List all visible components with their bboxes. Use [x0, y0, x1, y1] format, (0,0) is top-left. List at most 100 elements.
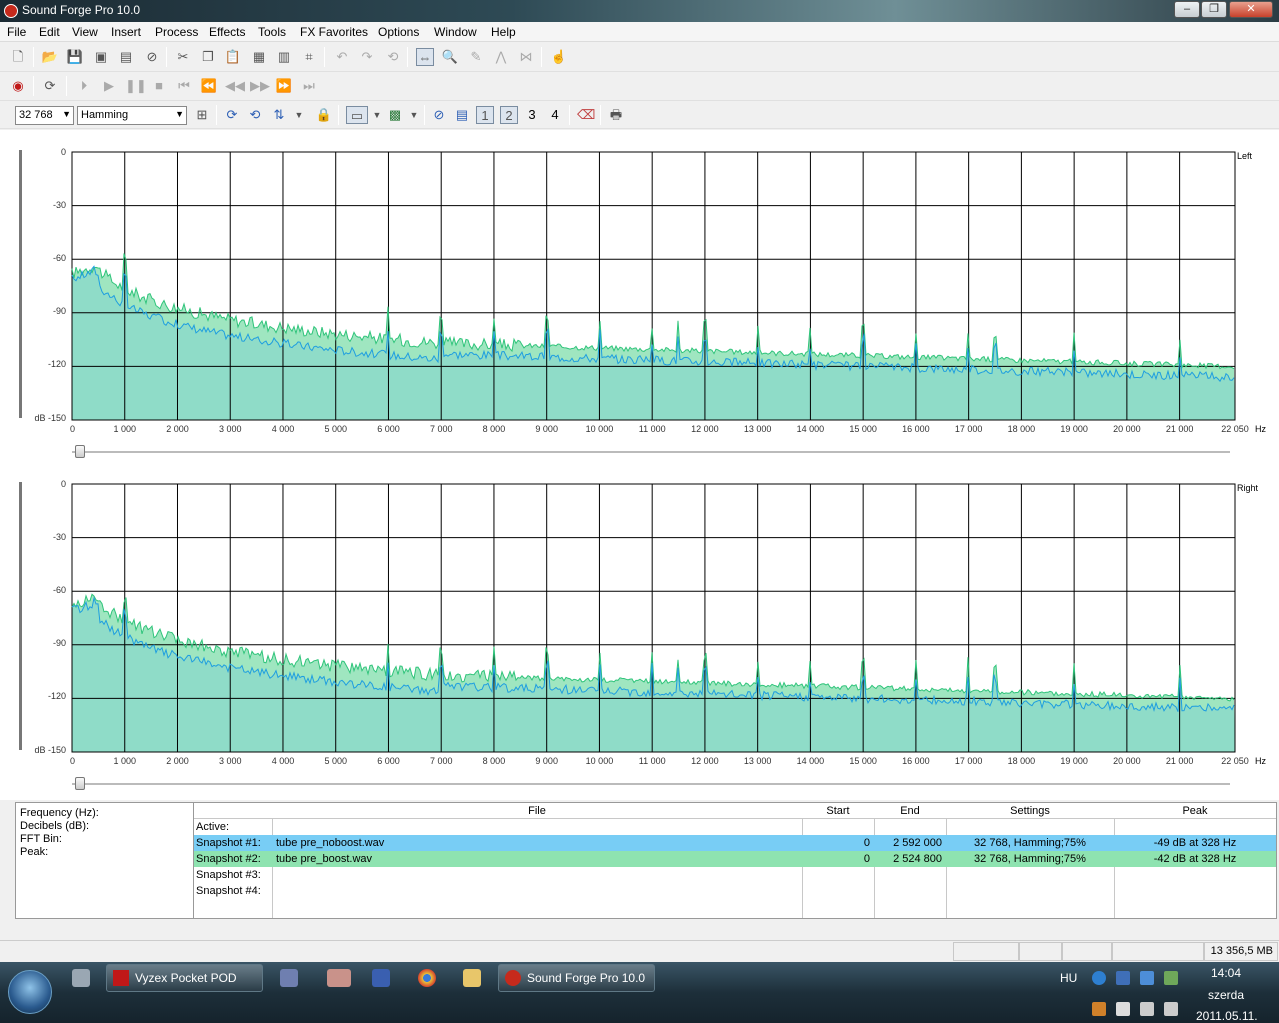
save-icon[interactable]: 💾	[66, 48, 84, 66]
settings-icon[interactable]: ⊞	[193, 106, 211, 124]
undo-icon[interactable]: ↶	[333, 48, 351, 66]
prev-marker-icon[interactable]: ⏪	[200, 77, 218, 95]
app-icon[interactable]	[327, 969, 351, 987]
open-icon[interactable]: 📂	[41, 48, 59, 66]
bluetooth-icon[interactable]	[1116, 971, 1130, 985]
snapshot-dropdown-icon[interactable]: ▼	[290, 106, 308, 124]
sonogram-dropdown-icon[interactable]: ▼	[405, 106, 423, 124]
menu-file[interactable]: File	[7, 25, 26, 39]
statistics-icon[interactable]: ▤	[453, 106, 471, 124]
app-icon[interactable]	[280, 969, 298, 987]
close-button[interactable]: ✕	[1229, 1, 1273, 18]
start-button[interactable]	[8, 970, 52, 1014]
graph-1-button[interactable]: 1	[476, 106, 494, 124]
loop-icon[interactable]: ⟳	[41, 77, 59, 95]
col-settings[interactable]: Settings	[946, 803, 1114, 819]
trim-icon[interactable]: ⌗	[300, 48, 318, 66]
save-all-icon[interactable]: ▤	[117, 48, 135, 66]
menu-edit[interactable]: Edit	[39, 25, 60, 39]
forward-icon[interactable]: ▶▶	[250, 77, 270, 95]
table-row[interactable]: Active:	[194, 819, 1276, 835]
clock-time[interactable]: 14:04	[1211, 966, 1241, 980]
explorer-icon[interactable]	[463, 969, 481, 987]
paste-special-icon[interactable]: ▦	[250, 48, 268, 66]
help-pointer-icon[interactable]: ☝	[550, 48, 568, 66]
calculator-icon[interactable]	[72, 969, 90, 987]
save-as-icon[interactable]: ▣	[92, 48, 110, 66]
app-icon[interactable]	[372, 969, 390, 987]
pause-icon[interactable]: ❚❚	[125, 77, 147, 95]
spectrum-graphs[interactable]	[0, 130, 1279, 800]
tray-icon[interactable]	[1092, 1002, 1106, 1016]
graph-2-button[interactable]: 2	[500, 106, 518, 124]
pencil-tool-icon[interactable]: ✎	[467, 48, 485, 66]
minimize-button[interactable]: –	[1174, 1, 1200, 18]
graph-3-button[interactable]: 3	[523, 106, 541, 124]
menu-tools[interactable]: Tools	[258, 25, 286, 39]
no-icon[interactable]: ⊘	[430, 106, 448, 124]
taskbar-button-soundforge[interactable]: Sound Forge Pro 10.0	[498, 964, 655, 992]
menu-fx-favorites[interactable]: FX Favorites	[300, 25, 368, 39]
next-marker-icon[interactable]: ⏩	[275, 77, 293, 95]
copy-icon[interactable]: ❐	[199, 48, 217, 66]
window-function-dropdown[interactable]: Hamming ▼	[77, 106, 187, 125]
record-icon[interactable]: ◉	[9, 77, 27, 95]
envelope-tool-icon[interactable]: ⋀	[492, 48, 510, 66]
spectrum-plot[interactable]	[71, 483, 1236, 753]
eraser-icon[interactable]: ⌫	[577, 106, 595, 124]
graph-type-dropdown-icon[interactable]: ▼	[368, 106, 386, 124]
spectrum-plot[interactable]	[71, 151, 1236, 421]
table-row[interactable]: Snapshot #4:	[194, 883, 1276, 899]
print-icon[interactable]: 🖶	[607, 106, 625, 124]
mix-icon[interactable]: ▥	[275, 48, 293, 66]
col-start[interactable]: Start	[802, 803, 874, 819]
app-icon[interactable]	[4, 4, 18, 18]
menu-process[interactable]: Process	[155, 25, 198, 39]
flag-icon[interactable]	[1116, 1002, 1130, 1016]
table-row[interactable]: Snapshot #2: tube pre_boost.wav 0 2 524 800…	[194, 851, 1276, 867]
graph-type-icon[interactable]: ▭	[346, 106, 368, 124]
fft-size-dropdown[interactable]: 32 768 ▼	[15, 106, 74, 125]
language-indicator[interactable]: HU	[1060, 971, 1077, 985]
play-all-icon[interactable]: ⏵	[75, 77, 93, 95]
menu-help[interactable]: Help	[491, 25, 516, 39]
network-icon[interactable]	[1164, 971, 1178, 985]
col-end[interactable]: End	[874, 803, 946, 819]
new-icon[interactable]: 🗋	[9, 48, 27, 66]
menu-view[interactable]: View	[72, 25, 98, 39]
col-file[interactable]: File	[272, 803, 802, 819]
menu-options[interactable]: Options	[378, 25, 419, 39]
paste-icon[interactable]: 📋	[224, 48, 242, 66]
edit-tool-icon[interactable]: ⇔	[416, 48, 434, 66]
table-row[interactable]: Snapshot #1: tube pre_noboost.wav 0 2 592 0…	[194, 835, 1276, 851]
network-status-icon[interactable]	[1140, 1002, 1154, 1016]
rewind-icon[interactable]: ◀◀	[225, 77, 245, 95]
menu-window[interactable]: Window	[434, 25, 477, 39]
volume-icon[interactable]	[1164, 1002, 1178, 1016]
play-icon[interactable]: ▶	[100, 77, 118, 95]
table-row[interactable]: Snapshot #3:	[194, 867, 1276, 883]
taskbar-button-vyzex[interactable]: Vyzex Pocket POD	[106, 964, 263, 992]
chrome-icon[interactable]	[418, 969, 436, 987]
cut-icon[interactable]: ✂	[174, 48, 192, 66]
event-tool-icon[interactable]: ⋈	[517, 48, 535, 66]
graph-4-button[interactable]: 4	[546, 106, 564, 124]
mail-icon[interactable]	[1140, 971, 1154, 985]
menu-effects[interactable]: Effects	[209, 25, 245, 39]
maximize-button[interactable]: ❐	[1201, 1, 1227, 18]
go-start-icon[interactable]: ⏮	[175, 77, 193, 95]
repeat-icon[interactable]: ⟲	[384, 48, 402, 66]
lock-icon[interactable]: 🔒	[315, 106, 333, 124]
redo-icon[interactable]: ↷	[358, 48, 376, 66]
snapshot-icon[interactable]: ⇅	[270, 106, 288, 124]
refresh-icon[interactable]: ⟳	[223, 106, 241, 124]
zoom-slider[interactable]	[72, 777, 1230, 791]
clock-day[interactable]: szerda	[1208, 988, 1244, 1002]
clock-date[interactable]: 2011.05.11.	[1196, 1009, 1258, 1023]
magnify-tool-icon[interactable]: 🔍	[441, 48, 459, 66]
col-peak[interactable]: Peak	[1114, 803, 1276, 819]
tray-app-icon[interactable]	[1092, 971, 1106, 985]
go-end-icon[interactable]: ⏭	[300, 77, 318, 95]
sonogram-icon[interactable]: ▩	[386, 106, 404, 124]
zoom-slider[interactable]	[72, 445, 1230, 459]
